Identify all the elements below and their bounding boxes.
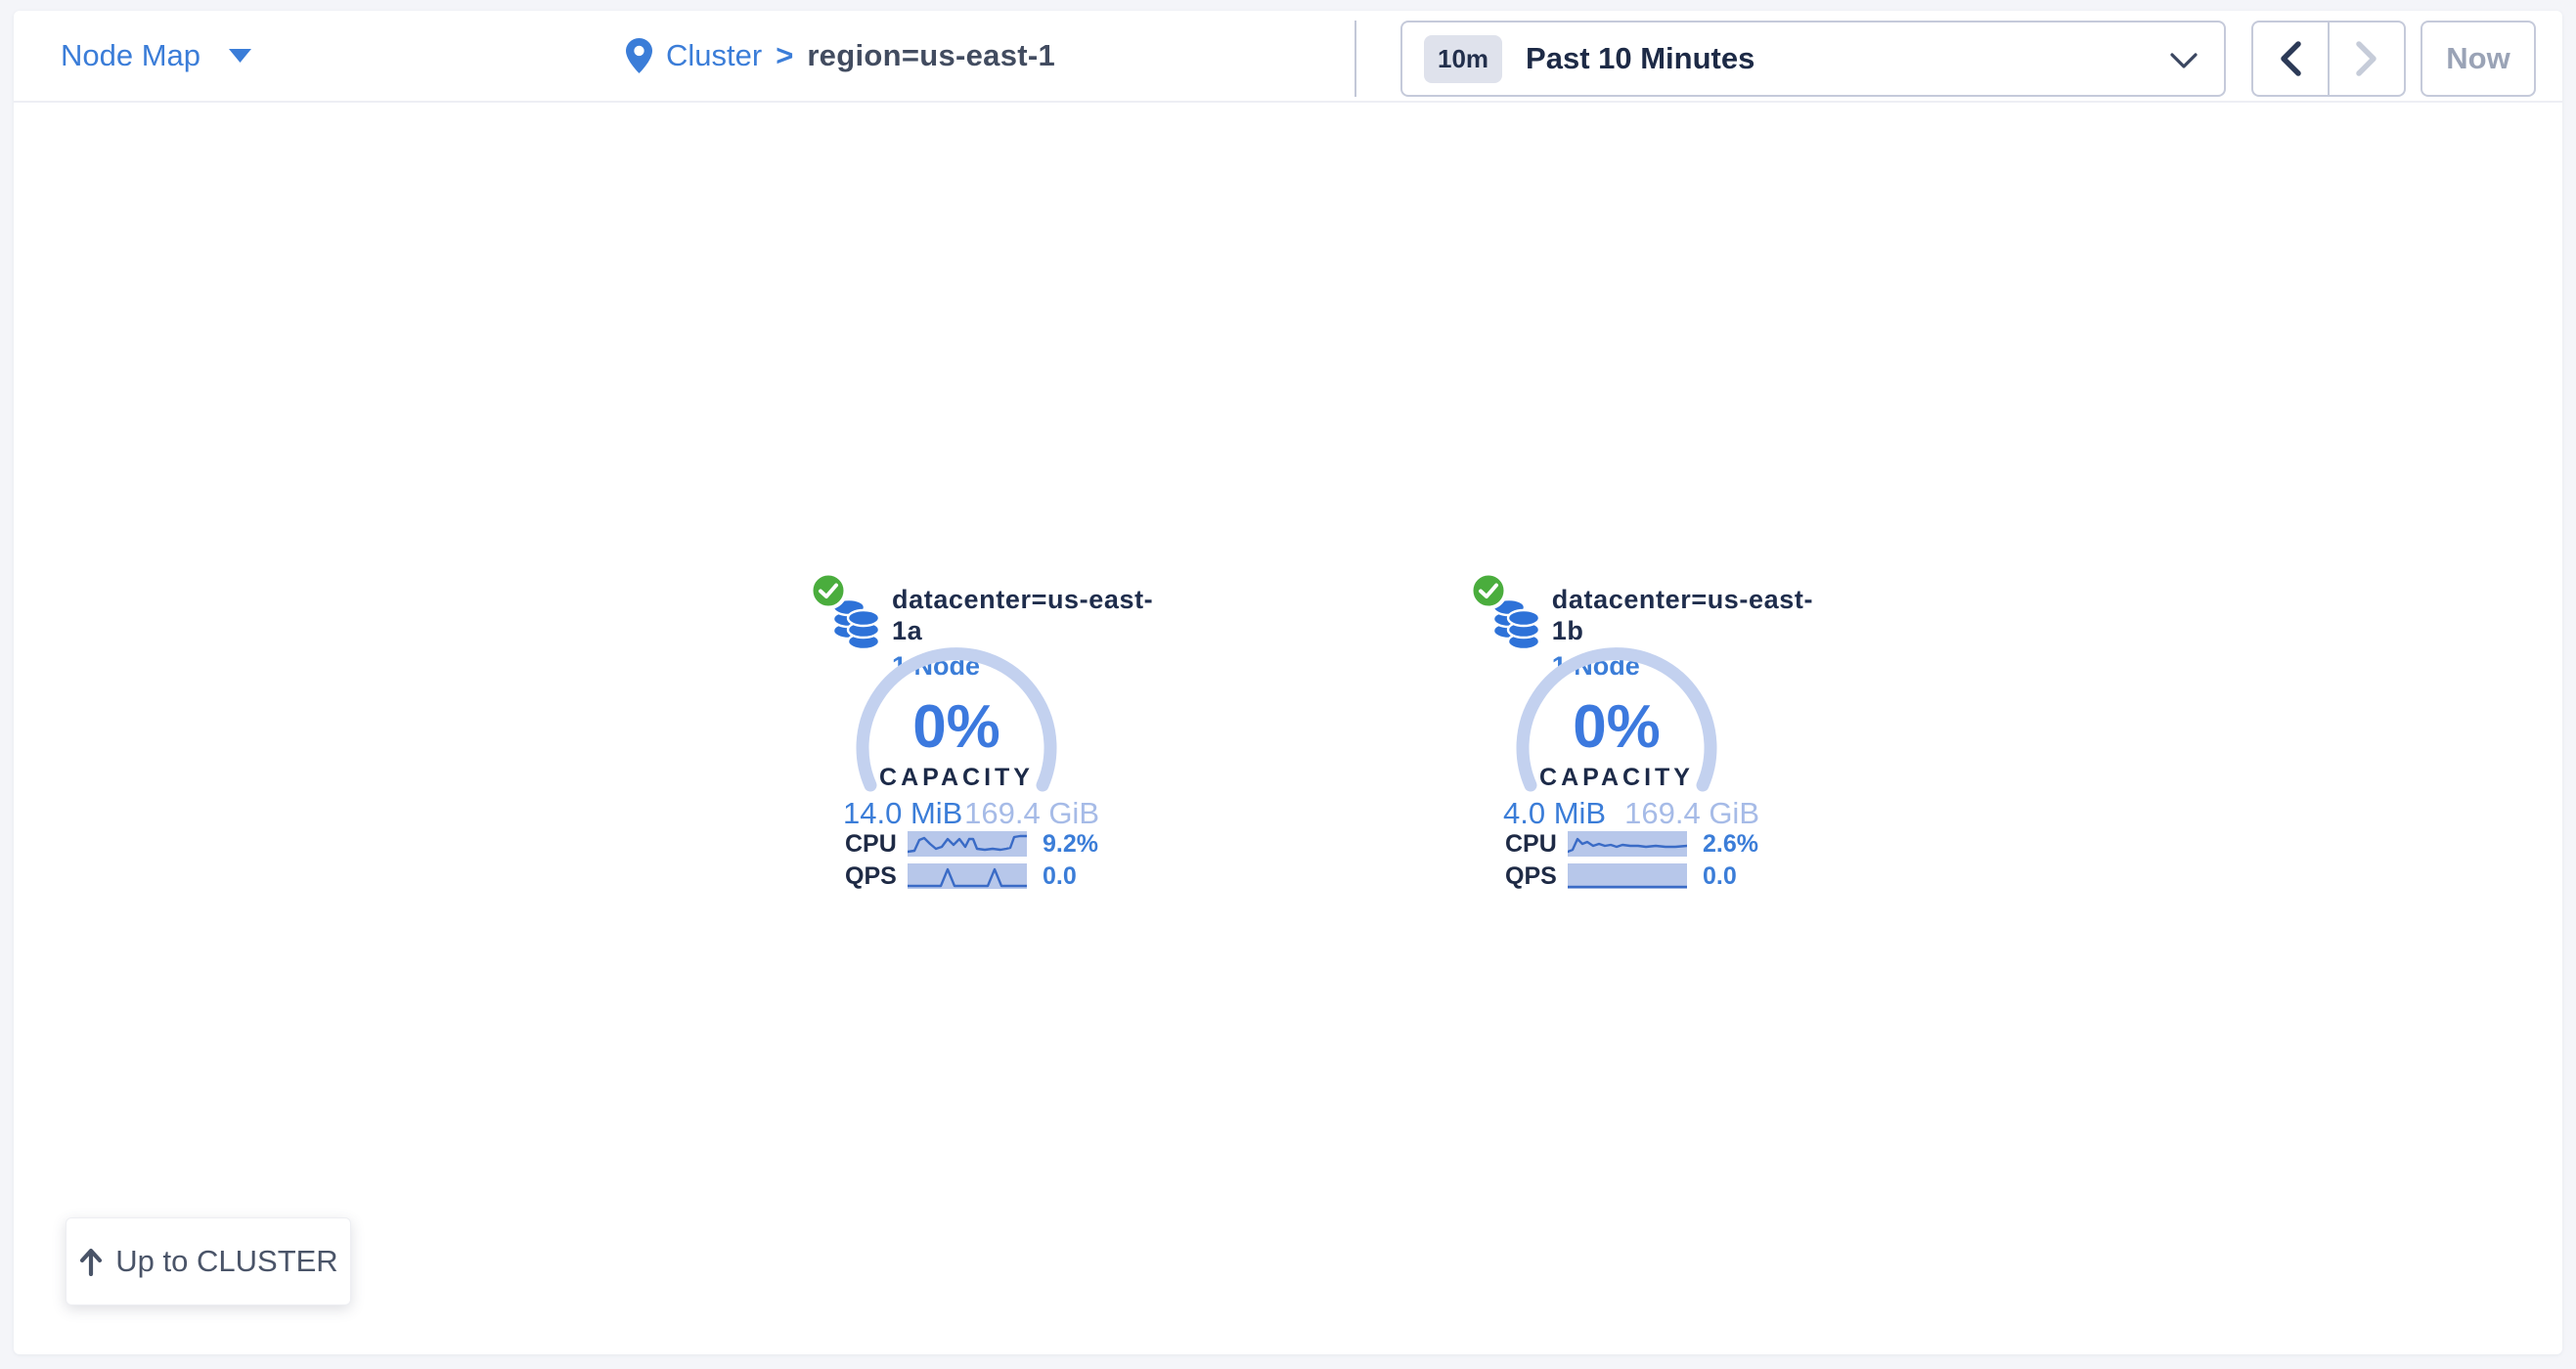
capacity-usage-row: 4.0 MiB 169.4 GiB xyxy=(1503,796,1759,831)
qps-value: 0.0 xyxy=(1043,862,1077,891)
cpu-sparkline xyxy=(908,831,1027,857)
location-pin-icon xyxy=(626,38,652,73)
cpu-row: CPU 2.6% xyxy=(1505,830,1758,858)
time-next-button[interactable] xyxy=(2330,22,2404,95)
datacenter-title: datacenter=us-east-1a xyxy=(892,584,1162,646)
view-selector[interactable]: Node Map xyxy=(61,11,252,101)
cpu-sparkline xyxy=(1568,831,1687,857)
capacity-percent: 0% xyxy=(751,695,1162,760)
topbar-divider xyxy=(1355,21,1356,97)
breadcrumb-separator: > xyxy=(776,38,793,73)
cpu-value: 9.2% xyxy=(1043,830,1098,859)
cpu-value: 2.6% xyxy=(1703,830,1758,859)
cpu-label: CPU xyxy=(1505,830,1562,859)
healthy-check-icon xyxy=(1468,570,1509,611)
qps-row: QPS 0.0 xyxy=(1505,862,1737,890)
topbar: Node Map Cluster > region=us-east-1 10m … xyxy=(14,11,2562,103)
view-selector-label: Node Map xyxy=(61,38,200,73)
qps-label: QPS xyxy=(845,862,902,891)
datacenter-icon-wrap xyxy=(820,576,879,654)
datacenter-icon-wrap xyxy=(1480,576,1539,654)
node-map-panel: Node Map Cluster > region=us-east-1 10m … xyxy=(14,11,2562,1354)
capacity-used: 14.0 MiB xyxy=(843,796,962,831)
qps-row: QPS 0.0 xyxy=(845,862,1077,890)
datacenter-card-us-east-1a[interactable]: datacenter=us-east-1a 1 Node 0% CAPACITY… xyxy=(751,570,1162,903)
time-prev-button[interactable] xyxy=(2253,22,2330,95)
capacity-total: 169.4 GiB xyxy=(1624,796,1759,831)
up-to-cluster-label: Up to CLUSTER xyxy=(115,1244,337,1279)
time-nav-group xyxy=(2251,21,2406,97)
datacenter-card-us-east-1b[interactable]: datacenter=us-east-1b 1 Node 0% CAPACITY… xyxy=(1411,570,1822,903)
caret-down-icon xyxy=(228,48,252,64)
breadcrumb-cluster-link[interactable]: Cluster xyxy=(666,38,762,73)
qps-sparkline xyxy=(1568,863,1687,889)
capacity-label: CAPACITY xyxy=(1411,764,1822,792)
now-button-label: Now xyxy=(2446,41,2509,76)
qps-label: QPS xyxy=(1505,862,1562,891)
chevron-right-icon xyxy=(2355,40,2378,77)
capacity-label: CAPACITY xyxy=(751,764,1162,792)
breadcrumb-current: region=us-east-1 xyxy=(807,38,1055,73)
up-to-cluster-button[interactable]: Up to CLUSTER xyxy=(66,1217,351,1305)
arrow-up-icon xyxy=(78,1247,104,1276)
capacity-usage-row: 14.0 MiB 169.4 GiB xyxy=(843,796,1099,831)
breadcrumb: Cluster > region=us-east-1 xyxy=(626,11,1055,101)
capacity-percent: 0% xyxy=(1411,695,1822,760)
time-window-label: Past 10 Minutes xyxy=(1526,41,1754,76)
cpu-row: CPU 9.2% xyxy=(845,830,1098,858)
healthy-check-icon xyxy=(808,570,849,611)
capacity-used: 4.0 MiB xyxy=(1503,796,1606,831)
qps-sparkline xyxy=(908,863,1027,889)
time-window-dropdown[interactable]: 10m Past 10 Minutes xyxy=(1400,21,2226,97)
capacity-total: 169.4 GiB xyxy=(964,796,1099,831)
qps-value: 0.0 xyxy=(1703,862,1737,891)
chevron-down-icon xyxy=(2169,52,2198,69)
time-window-badge: 10m xyxy=(1424,35,1502,83)
cpu-label: CPU xyxy=(845,830,902,859)
chevron-left-icon xyxy=(2279,40,2302,77)
now-button[interactable]: Now xyxy=(2421,21,2536,97)
datacenter-title: datacenter=us-east-1b xyxy=(1552,584,1822,646)
